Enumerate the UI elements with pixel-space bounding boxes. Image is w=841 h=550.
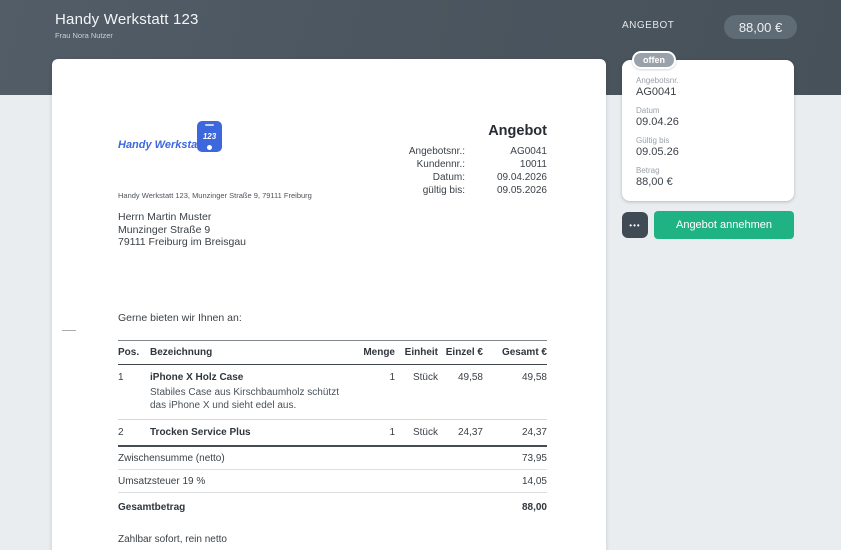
offer-number-value: AG0041 xyxy=(636,86,780,98)
item-total: 49,58 xyxy=(483,372,547,412)
status-badge: offen xyxy=(632,51,676,69)
offer-summary-card: offen Angebotsnr. AG0041 Datum 09.04.26 … xyxy=(622,60,794,201)
offer-fields: Angebotsnr. AG0041 Datum 09.04.26 Gültig… xyxy=(622,60,794,188)
meta-label: Datum: xyxy=(350,171,465,184)
amount-badge: 88,00 € xyxy=(724,15,797,39)
item-unit-price: 49,58 xyxy=(438,372,483,412)
recipient-address: Herrn Martin Muster Munzinger Straße 9 7… xyxy=(118,211,246,249)
doc-type-label: ANGEBOT xyxy=(622,20,674,31)
meta-value: AG0041 xyxy=(465,145,547,158)
meta-row: Kundennr.: 10011 xyxy=(350,158,547,171)
meta-label: gültig bis: xyxy=(350,184,465,197)
subtotal-label: Zwischensumme (netto) xyxy=(118,453,225,464)
col-unit: Einheit xyxy=(395,347,438,358)
item-total: 24,37 xyxy=(483,427,547,438)
col-unit-price: Einzel € xyxy=(438,347,483,358)
subtotal-row: Zwischensumme (netto) 73,95 xyxy=(118,447,547,470)
meta-value: 09.04.2026 xyxy=(465,171,547,184)
document-footer: Zahlbar sofort, rein netto Wir freuen un… xyxy=(118,534,547,550)
item-unit-price: 24,37 xyxy=(438,427,483,438)
accept-offer-button[interactable]: Angebot annehmen xyxy=(654,211,794,239)
meta-label: Angebotsnr.: xyxy=(350,145,465,158)
phone-screen-text: 123 xyxy=(197,132,222,141)
recipient-city: 79111 Freiburg im Breisgau xyxy=(118,236,246,249)
col-total: Gesamt € xyxy=(483,347,547,358)
intro-line: Gerne bieten wir Ihnen an: xyxy=(118,312,547,324)
recipient-street: Munzinger Straße 9 xyxy=(118,224,246,237)
item-unit: Stück xyxy=(395,372,438,412)
col-pos: Pos. xyxy=(118,347,150,358)
grand-total-value: 88,00 xyxy=(522,502,547,513)
items-table-header: Pos. Bezeichnung Menge Einheit Einzel € … xyxy=(118,340,547,365)
grand-total-label: Gesamtbetrag xyxy=(118,502,185,513)
tax-label: Umsatzsteuer 19 % xyxy=(118,476,205,487)
recipient-name: Herrn Martin Muster xyxy=(118,211,246,224)
document-body: Gerne bieten wir Ihnen an: Pos. Bezeichn… xyxy=(118,312,547,550)
document-meta: Angebot Angebotsnr.: AG0041 Kundennr.: 1… xyxy=(350,123,547,197)
offer-date-label: Datum xyxy=(636,106,780,115)
offer-number-label: Angebotsnr. xyxy=(636,76,780,85)
company-title: Handy Werkstatt 123 xyxy=(55,11,199,28)
meta-row: Datum: 09.04.2026 xyxy=(350,171,547,184)
item-name: iPhone X Holz Case xyxy=(150,372,355,383)
item-qty: 1 xyxy=(355,372,395,412)
company-logo: Handy Werkstatt 123 xyxy=(118,121,288,155)
item-pos: 1 xyxy=(118,372,150,412)
fold-mark xyxy=(62,330,76,331)
grand-total-row: Gesamtbetrag 88,00 xyxy=(118,493,547,518)
phone-home-button-detail xyxy=(207,145,212,150)
phone-speaker-detail xyxy=(205,124,214,126)
user-name: Frau Nora Nutzer xyxy=(55,31,113,40)
offer-date-value: 09.04.26 xyxy=(636,116,780,128)
offer-valid-until-field: Gültig bis 09.05.26 xyxy=(636,136,780,158)
tax-row: Umsatzsteuer 19 % 14,05 xyxy=(118,470,547,493)
offer-amount-field: Betrag 88,00 € xyxy=(636,166,780,188)
item-pos: 2 xyxy=(118,427,150,438)
meta-row: gültig bis: 09.05.2026 xyxy=(350,184,547,197)
meta-value: 09.05.2026 xyxy=(465,184,547,197)
item-row: 2 Trocken Service Plus 1 Stück 24,37 24,… xyxy=(118,420,547,447)
offer-valid-until-value: 09.05.26 xyxy=(636,146,780,158)
app-screen: Handy Werkstatt 123 Frau Nora Nutzer ANG… xyxy=(0,0,841,550)
col-name: Bezeichnung xyxy=(150,347,355,358)
tax-value: 14,05 xyxy=(522,476,547,487)
item-row: 1 iPhone X Holz Case Stabiles Case aus K… xyxy=(118,365,547,420)
item-unit: Stück xyxy=(395,427,438,438)
item-qty: 1 xyxy=(355,427,395,438)
more-options-button[interactable]: ••• xyxy=(622,212,648,238)
col-qty: Menge xyxy=(355,347,395,358)
offer-amount-value: 88,00 € xyxy=(636,176,780,188)
phone-logo-icon: 123 xyxy=(197,121,222,152)
item-description: Stabiles Case aus Kirschbaumholz schützt… xyxy=(150,386,355,412)
meta-row: Angebotsnr.: AG0041 xyxy=(350,145,547,158)
subtotal-value: 73,95 xyxy=(522,453,547,464)
offer-number-field: Angebotsnr. AG0041 xyxy=(636,76,780,98)
offer-valid-until-label: Gültig bis xyxy=(636,136,780,145)
document-preview: Handy Werkstatt 123 Handy Werkstatt 123,… xyxy=(52,59,606,550)
offer-amount-label: Betrag xyxy=(636,166,780,175)
logo-text: Handy Werkstatt xyxy=(118,139,205,151)
meta-label: Kundennr.: xyxy=(350,158,465,171)
offer-date-field: Datum 09.04.26 xyxy=(636,106,780,128)
document-title: Angebot xyxy=(350,123,547,139)
item-name: Trocken Service Plus xyxy=(150,427,355,438)
meta-value: 10011 xyxy=(465,158,547,171)
sender-line: Handy Werkstatt 123, Munzinger Straße 9,… xyxy=(118,191,312,200)
payment-terms: Zahlbar sofort, rein netto xyxy=(118,534,547,545)
